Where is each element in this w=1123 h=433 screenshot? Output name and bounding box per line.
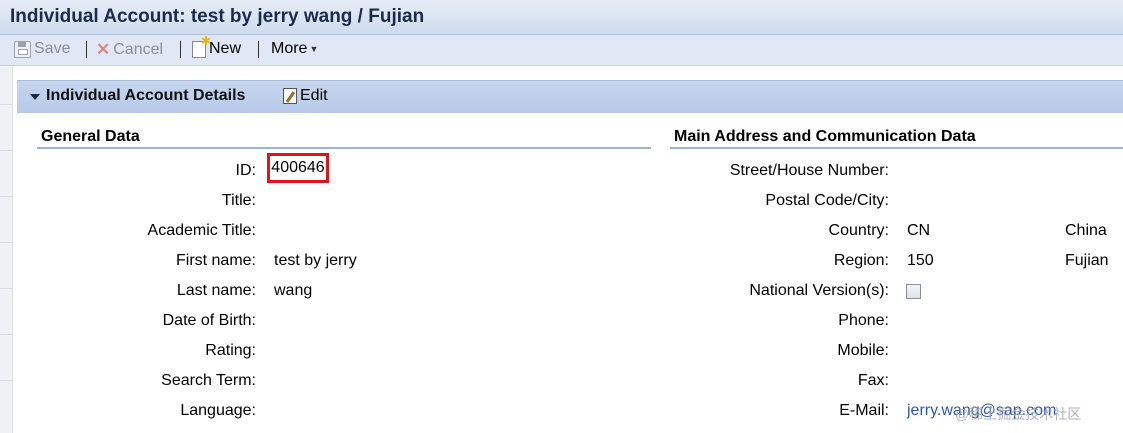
first-name-value: test by jerry <box>274 252 357 269</box>
region-code-value: 150 <box>907 252 934 269</box>
toolbar-separator <box>180 41 181 58</box>
national-version-label: National Version(s): <box>749 282 889 299</box>
edit-icon <box>283 88 297 104</box>
fax-label: Fax: <box>857 372 889 389</box>
id-value: 400646 <box>267 153 329 183</box>
section-divider <box>670 147 1123 149</box>
window-title: Individual Account: test by jerry wang /… <box>10 6 425 27</box>
last-name-label: Last name: <box>176 282 256 299</box>
more-menu-button[interactable]: More ▼ <box>271 40 318 58</box>
id-label: ID: <box>235 162 256 179</box>
general-data-heading: General Data <box>41 128 140 145</box>
save-button[interactable]: Save <box>14 40 70 58</box>
edit-button[interactable]: Edit <box>283 87 328 105</box>
country-code-value: CN <box>907 222 931 239</box>
search-term-label: Search Term: <box>161 372 256 389</box>
street-label: Street/House Number: <box>729 162 889 179</box>
region-label: Region: <box>833 252 889 269</box>
new-document-icon <box>192 34 211 58</box>
section-divider <box>37 147 651 149</box>
title-bar: Individual Account: test by jerry wang /… <box>0 0 1123 35</box>
mobile-label: Mobile: <box>837 342 889 359</box>
new-label: New <box>209 40 242 57</box>
new-button[interactable]: New <box>192 34 242 58</box>
collapse-triangle-icon[interactable] <box>30 94 40 100</box>
toolbar-separator <box>86 41 87 58</box>
save-icon <box>14 40 31 58</box>
cancel-icon: ✕ <box>96 40 111 59</box>
cancel-button[interactable]: ✕ Cancel <box>96 40 163 60</box>
first-name-label: First name: <box>175 252 256 269</box>
toolbar: Save ✕ Cancel New More ▼ <box>0 34 1123 66</box>
cancel-label: Cancel <box>113 41 164 58</box>
last-name-value: wang <box>274 282 313 299</box>
email-label: E-Mail: <box>839 402 889 419</box>
edit-label: Edit <box>300 87 328 104</box>
date-of-birth-label: Date of Birth: <box>162 312 256 329</box>
save-label: Save <box>34 40 71 57</box>
chevron-down-icon: ▼ <box>309 44 319 54</box>
watermark-text: @稀土掘金技术社区 <box>955 406 1082 422</box>
title-label: Title: <box>221 192 256 209</box>
toolbar-separator <box>258 41 259 58</box>
region-name-value: Fujian <box>1065 252 1109 269</box>
postal-code-city-label: Postal Code/City: <box>765 192 889 209</box>
academic-title-label: Academic Title: <box>147 222 256 239</box>
panel-header: Individual Account Details Edit <box>17 80 1123 113</box>
country-name-value: China <box>1065 222 1107 239</box>
language-label: Language: <box>180 402 256 419</box>
panel-title[interactable]: Individual Account Details <box>46 87 245 105</box>
phone-label: Phone: <box>838 312 889 329</box>
national-version-checkbox[interactable] <box>906 284 921 299</box>
country-label: Country: <box>828 222 889 239</box>
more-label: More <box>271 40 308 57</box>
left-nav-strip <box>0 66 13 433</box>
rating-label: Rating: <box>205 342 256 359</box>
address-data-heading: Main Address and Communication Data <box>674 128 976 145</box>
